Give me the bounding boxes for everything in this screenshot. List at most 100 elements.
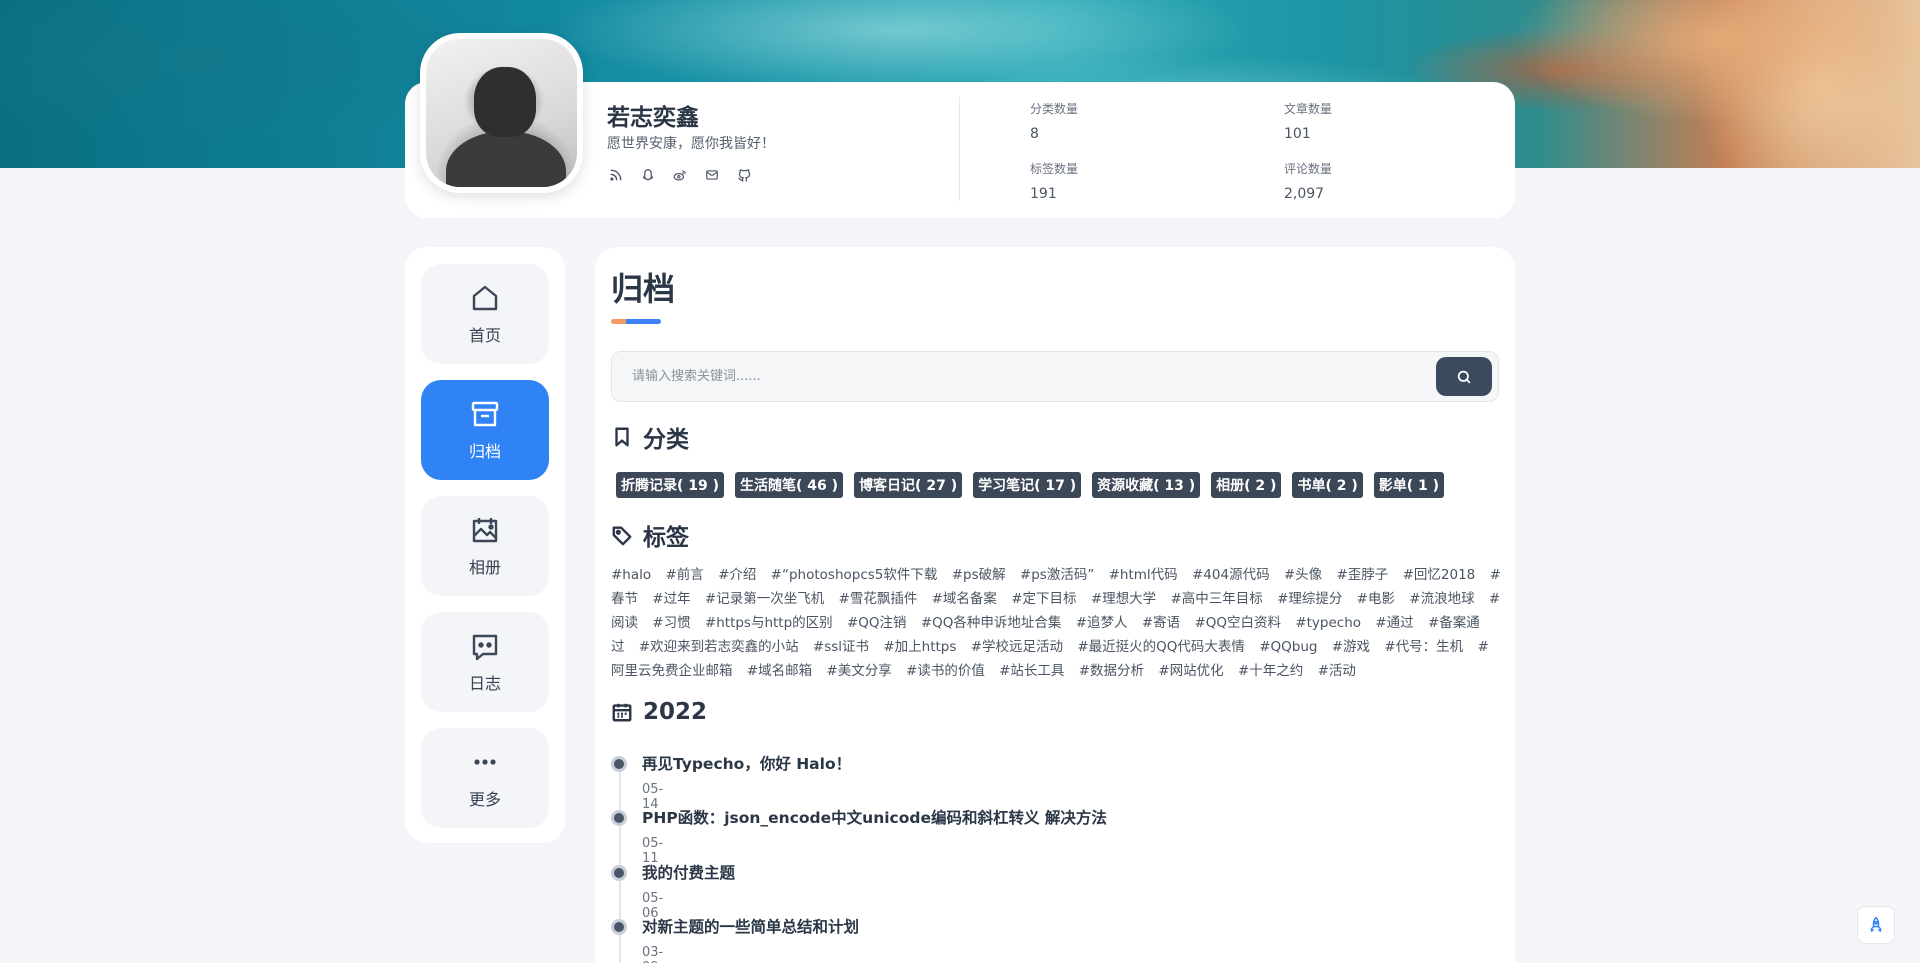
- tag-link[interactable]: #头像: [1284, 567, 1322, 583]
- category-tag[interactable]: 学习笔记( 17 ): [973, 472, 1082, 498]
- tag-link[interactable]: #十年之约: [1238, 663, 1303, 679]
- category-tag[interactable]: 书单( 2 ): [1292, 472, 1363, 498]
- stat-label: 分类数量: [1030, 102, 1079, 116]
- page-title: 归档: [611, 270, 676, 308]
- tag-link[interactable]: #域名备案: [932, 591, 997, 607]
- stat-posts: 文章数量 101: [1284, 100, 1332, 142]
- tag-link[interactable]: #加上https: [883, 639, 956, 655]
- tag-link[interactable]: #ssl证书: [813, 639, 869, 655]
- tag-link[interactable]: #欢迎来到若志奕鑫的小站: [639, 639, 799, 655]
- tag-link[interactable]: #ps激活码”: [1020, 567, 1094, 583]
- tag-link[interactable]: #追梦人: [1076, 615, 1128, 631]
- tag-link[interactable]: #QQ注销: [847, 615, 907, 631]
- tag-link[interactable]: #美文分享: [826, 663, 891, 679]
- tag-link[interactable]: #QQbug: [1259, 639, 1317, 655]
- nav-label: 相册: [468, 558, 501, 577]
- tag-link[interactable]: #电影: [1357, 591, 1395, 607]
- category-list: 折腾记录( 19 ) 生活随笔( 46 ) 博客日记( 27 ) 学习笔记( 1…: [616, 472, 1445, 498]
- tag-link[interactable]: #寄语: [1142, 615, 1180, 631]
- category-tag[interactable]: 资源收藏( 13 ): [1092, 472, 1201, 498]
- tag-link[interactable]: #过年: [652, 591, 690, 607]
- nav-item-journal[interactable]: 日志: [421, 612, 549, 712]
- tag-link[interactable]: #站长工具: [999, 663, 1064, 679]
- archive-icon: [471, 401, 499, 427]
- tag-link[interactable]: #数据分析: [1079, 663, 1144, 679]
- tag-link[interactable]: #域名邮箱: [747, 663, 812, 679]
- calendar-icon: [612, 703, 632, 722]
- section-title: 标签: [643, 525, 689, 551]
- stat-value: 8: [1030, 126, 1039, 142]
- qq-icon[interactable]: [639, 166, 657, 184]
- post-title-link[interactable]: 再见Typecho，你好 Halo！: [642, 752, 851, 774]
- tag-link[interactable]: #前言: [665, 567, 703, 583]
- search-input[interactable]: [632, 352, 1412, 401]
- search-button[interactable]: [1436, 357, 1492, 396]
- stat-tags: 标签数量 191: [1030, 160, 1078, 202]
- nav-item-more[interactable]: 更多: [421, 728, 549, 828]
- search-icon: [1457, 370, 1471, 383]
- category-tag[interactable]: 生活随笔( 46 ): [735, 472, 844, 498]
- tag-link[interactable]: #最近挺火的QQ代码大表情: [1077, 639, 1245, 655]
- tag-link[interactable]: #游戏: [1332, 639, 1370, 655]
- tag-link[interactable]: #介绍: [718, 567, 756, 583]
- tag-link[interactable]: #歪脖子: [1336, 567, 1388, 583]
- tag-link[interactable]: #习惯: [652, 615, 690, 631]
- stat-label: 文章数量: [1284, 102, 1333, 116]
- stat-value: 2,097: [1284, 186, 1325, 202]
- tag-link[interactable]: #学校远足活动: [971, 639, 1063, 655]
- tag-link[interactable]: #https与http的区别: [705, 615, 833, 631]
- tag-link[interactable]: #QQ空白资料: [1194, 615, 1281, 631]
- tag-link[interactable]: #高中三年目标: [1170, 591, 1262, 607]
- tag-link[interactable]: #记录第一次坐飞机: [705, 591, 824, 607]
- nav-label: 日志: [468, 674, 501, 693]
- profile-name: 若志奕鑫: [607, 105, 699, 131]
- weibo-icon[interactable]: [671, 166, 689, 184]
- tag-link[interactable]: #理综提分: [1277, 591, 1342, 607]
- nav-item-archive[interactable]: 归档: [421, 380, 549, 480]
- tag-link[interactable]: #halo: [611, 567, 651, 583]
- title-underline: [611, 319, 661, 324]
- category-tag[interactable]: 相册( 2 ): [1211, 472, 1282, 498]
- github-icon[interactable]: [735, 166, 753, 184]
- timeline-dot: [611, 756, 627, 772]
- profile-motto: 愿世界安康，愿你我皆好！: [607, 136, 775, 152]
- tag-link[interactable]: #通过: [1375, 615, 1413, 631]
- avatar[interactable]: [420, 33, 583, 193]
- tag-link[interactable]: #ps破解: [952, 567, 1006, 583]
- tag-link[interactable]: #代号：生机: [1384, 639, 1463, 655]
- post-title-link[interactable]: 对新主题的一些简单总结和计划: [642, 915, 859, 937]
- tag-link[interactable]: #html代码: [1109, 567, 1178, 583]
- tag-link[interactable]: #typecho: [1295, 615, 1361, 631]
- post-title-link[interactable]: PHP函数：json_encode中文unicode编码和斜杠转义 解决方法: [642, 806, 1107, 828]
- stat-comments: 评论数量 2,097: [1284, 160, 1332, 202]
- tag-link[interactable]: #网站优化: [1158, 663, 1223, 679]
- social-links: [607, 166, 753, 184]
- tag-link[interactable]: #活动: [1318, 663, 1356, 679]
- tags-heading: 标签: [611, 518, 689, 552]
- nav-label: 首页: [468, 326, 501, 345]
- nav-item-home[interactable]: 首页: [421, 264, 549, 364]
- rss-icon[interactable]: [607, 166, 625, 184]
- category-tag[interactable]: 影单( 1 ): [1373, 472, 1445, 498]
- stat-label: 评论数量: [1284, 162, 1333, 176]
- search-box: [611, 351, 1499, 402]
- tag-link[interactable]: #“photoshopcs5软件下载: [771, 567, 938, 583]
- tag-link[interactable]: #QQ各种申诉地址合集: [921, 615, 1062, 631]
- category-tag[interactable]: 博客日记( 27 ): [854, 472, 963, 498]
- tag-link[interactable]: #理想大学: [1091, 591, 1156, 607]
- tag-link[interactable]: #回忆2018: [1403, 567, 1476, 583]
- tag-link[interactable]: #雪花飘插件: [839, 591, 918, 607]
- tag-link[interactable]: #流浪地球: [1409, 591, 1474, 607]
- year-heading: 2022: [611, 699, 707, 725]
- post-title-link[interactable]: 我的付费主题: [642, 861, 735, 883]
- tag-link[interactable]: #读书的价值: [906, 663, 985, 679]
- back-to-top-button[interactable]: [1857, 906, 1895, 944]
- tag-link[interactable]: #定下目标: [1011, 591, 1076, 607]
- home-icon: [472, 285, 498, 311]
- mail-icon[interactable]: [703, 166, 721, 184]
- nav-label: 归档: [468, 442, 501, 461]
- category-tag[interactable]: 折腾记录( 19 ): [616, 472, 725, 498]
- nav-item-gallery[interactable]: 相册: [421, 496, 549, 596]
- tag-link[interactable]: #404源代码: [1192, 567, 1270, 583]
- categories-heading: 分类: [611, 420, 689, 454]
